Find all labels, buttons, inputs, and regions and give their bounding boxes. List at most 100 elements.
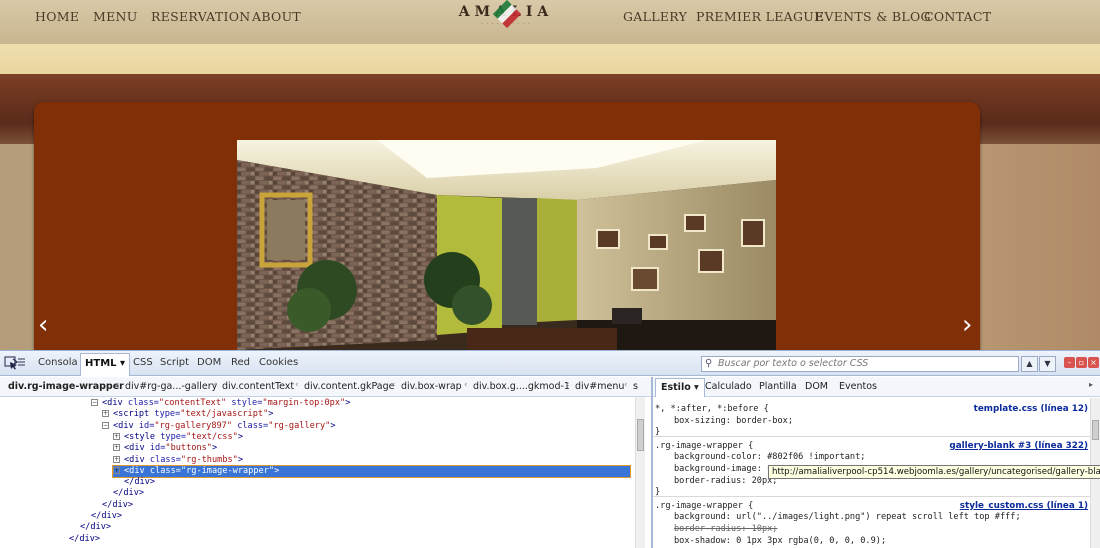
gallery-photo[interactable] [237, 140, 776, 350]
css-source-link[interactable]: gallery-blank #3 (línea 322) [949, 441, 1088, 452]
tree-node-token: > [330, 420, 336, 431]
css-property[interactable]: background: url("../images/light.png") r… [674, 512, 1021, 523]
breadcrumb-separator-icon: ‹ [624, 380, 628, 390]
expand-icon[interactable]: + [102, 410, 109, 418]
tree-node-token: <div [124, 443, 150, 454]
tree-node-token: > [274, 465, 280, 476]
tree-node[interactable]: + <div id="buttons"> [113, 443, 217, 454]
breadcrumb-item[interactable]: div.box-wrap [401, 381, 462, 392]
nav-gallery[interactable]: GALLERY [623, 9, 687, 24]
breadcrumb-item[interactable]: s [633, 381, 638, 392]
css-selector[interactable]: *, *:after, *:before { [655, 404, 769, 415]
css-selector[interactable]: .rg-image-wrapper { [655, 441, 753, 452]
tree-node-token: class= [149, 465, 181, 476]
minimize-icon[interactable]: – [1064, 357, 1075, 368]
nav-about[interactable]: ABOUT [252, 9, 301, 24]
breadcrumb-separator-icon: ‹ [464, 380, 468, 390]
tree-node-selected[interactable]: + <div class="rg-image-wrapper"> [112, 464, 631, 478]
tree-node[interactable]: </div> [69, 534, 100, 545]
devtools-toolbar: Consola HTML ▾ CSS Script DOM Red Cookie… [0, 351, 1100, 376]
tree-node-token: "rg-image-wrapper" [180, 465, 275, 476]
nav-reservation[interactable]: RESERVATION [151, 9, 250, 24]
css-property[interactable]: box-shadow: 0 1px 3px rgba(0, 0, 0, 0.9)… [674, 536, 886, 547]
breadcrumb-item[interactable]: div.box.g....gkmod-1 [473, 381, 570, 392]
tree-node-token: > [345, 398, 351, 408]
css-property[interactable]: border-radius: 10px; [674, 524, 777, 535]
tree-node-token: <div [102, 398, 128, 408]
breadcrumb-item[interactable]: div.rg-image-wrapper [8, 381, 124, 392]
tab-estilo[interactable]: Estilo ▾ [655, 378, 705, 397]
html-tree-scroll-thumb[interactable] [637, 419, 644, 451]
tree-node-token: "buttons" [165, 443, 212, 454]
html-tree-scrollbar[interactable] [635, 397, 645, 548]
tab-script[interactable]: Script [160, 357, 189, 368]
close-icon[interactable]: × [1088, 357, 1099, 368]
tab-dom[interactable]: DOM [197, 357, 221, 368]
tree-node-token: class= [127, 398, 159, 408]
gallery-prev-arrow[interactable]: ‹ [38, 312, 48, 338]
site-logo[interactable]: AMALIA · · · · · · · · · · [452, 0, 560, 38]
tree-node[interactable]: </div> [124, 477, 155, 488]
tree-node[interactable]: − <div id="rg-gallery897" class="rg-galle… [102, 421, 336, 432]
tree-node-token: <style [124, 431, 161, 442]
css-source-link[interactable]: style_custom.css (línea 1) [960, 501, 1088, 512]
console-toggle-icon[interactable] [12, 356, 26, 370]
search-next-button[interactable]: ▼ [1039, 356, 1056, 372]
tree-node-token: <div [124, 454, 150, 465]
css-rules-scroll-thumb[interactable] [1092, 420, 1099, 440]
tree-node-token: <script [113, 409, 155, 420]
tree-node[interactable]: + <script type="text/javascript"> [102, 409, 273, 420]
tree-node-token: <div [124, 465, 150, 476]
collapse-icon[interactable]: − [102, 421, 109, 429]
tab-eventos[interactable]: Eventos [839, 381, 877, 392]
collapse-icon[interactable]: − [91, 399, 98, 406]
tree-node-token: </div> [80, 522, 112, 533]
tab-consola[interactable]: Consola [38, 357, 78, 368]
breadcrumb-separator-icon: ‹ [566, 380, 570, 390]
breadcrumb-item[interactable]: div#menu [575, 381, 624, 392]
search-input[interactable]: ⚲ Buscar por texto o selector CSS [701, 356, 1019, 372]
nav-events-blog[interactable]: EVENTS & BLOG [815, 9, 931, 24]
tree-node[interactable]: </div> [80, 522, 111, 533]
detach-icon[interactable]: ▫ [1076, 357, 1087, 368]
breadcrumb-item[interactable]: div.content.gkPage [304, 381, 395, 392]
search-prev-button[interactable]: ▲ [1021, 356, 1038, 372]
tab-html[interactable]: HTML ▾ [80, 353, 131, 376]
tree-node[interactable]: + <style type="text/css"> [113, 432, 243, 443]
tree-node[interactable]: </div> [102, 500, 133, 511]
breadcrumb-item[interactable]: div.contentText [222, 381, 294, 392]
css-source-link[interactable]: template.css (línea 12) [974, 404, 1088, 415]
nav-contact[interactable]: CONTACT [924, 9, 991, 24]
expand-icon[interactable]: + [113, 466, 120, 474]
tree-node[interactable]: </div> [113, 488, 144, 499]
expand-icon[interactable]: + [113, 444, 120, 452]
nav-premier-league[interactable]: PREMIER LEAGUE [696, 9, 824, 24]
css-property[interactable]: background-image: n [674, 464, 772, 475]
tab-side-dom[interactable]: DOM [805, 381, 828, 392]
tree-node-token: id= [138, 420, 155, 431]
tab-calculado[interactable]: Calculado [705, 381, 752, 392]
css-selector[interactable]: .rg-image-wrapper { [655, 501, 753, 512]
tab-css[interactable]: CSS [133, 357, 153, 368]
nav-menu[interactable]: MENU [93, 9, 138, 24]
breadcrumb-item[interactable]: div#rg-ga...-gallery [125, 381, 217, 392]
nav-home[interactable]: HOME [35, 9, 79, 24]
search-icon: ⚲ [705, 358, 713, 369]
tree-node-token: > [237, 431, 244, 442]
side-tabs-more-icon[interactable]: ▸ [1089, 380, 1093, 389]
tab-red[interactable]: Red [231, 357, 250, 368]
css-property[interactable]: box-sizing: border-box; [674, 416, 793, 427]
expand-icon[interactable]: + [113, 455, 120, 463]
breadcrumb-separator-icon: ‹ [392, 380, 396, 390]
tree-node[interactable]: − <div class="contentText" style="margin-… [91, 398, 350, 409]
gallery-next-arrow[interactable]: › [962, 312, 972, 338]
tree-node-token: > [211, 443, 218, 454]
tab-plantilla[interactable]: Plantilla [759, 381, 797, 392]
css-property[interactable]: background-color: #802f06 !important; [674, 452, 865, 463]
tree-node-token: "margin-top:0px" [262, 398, 346, 408]
tab-cookies[interactable]: Cookies [259, 357, 298, 368]
tree-node[interactable]: + <div class="rg-thumbs"> [113, 455, 243, 466]
expand-icon[interactable]: + [113, 432, 120, 440]
css-property[interactable]: border-radius: 20px; [674, 476, 777, 487]
tree-node[interactable]: </div> [91, 511, 122, 522]
